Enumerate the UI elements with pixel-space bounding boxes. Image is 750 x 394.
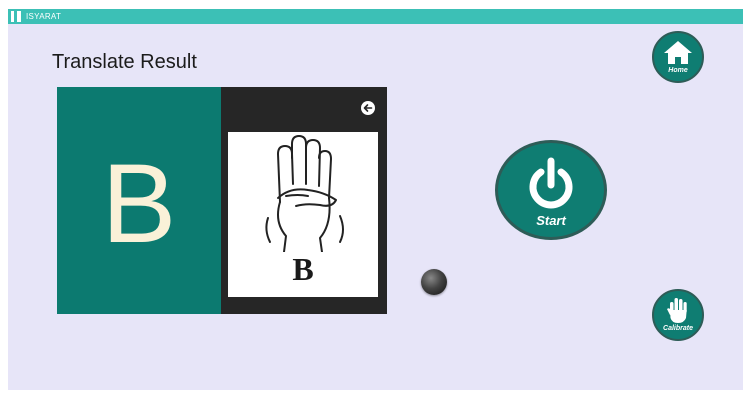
hand-sign-illustration [265,135,344,252]
sign-caption: B [292,251,314,287]
page-title: Translate Result [52,51,197,73]
title-bar: ISYARAT [8,9,743,24]
back-arrow-icon [363,104,373,112]
start-button[interactable]: Start [495,140,607,240]
calibrate-button[interactable]: Calibrate [652,289,704,341]
translated-letter: B [101,140,177,266]
home-icon [664,41,692,64]
back-button[interactable] [361,101,375,115]
hand-icon [667,298,687,323]
translation-result-panel: B B [57,87,387,314]
window-title: ISYARAT [26,12,62,21]
calibrate-label: Calibrate [663,325,693,332]
translated-letter-tile: B [57,87,221,314]
knob-icon[interactable] [421,269,447,295]
sign-image-card: B [228,132,378,297]
home-label: Home [668,67,688,74]
start-label: Start [536,213,566,228]
power-icon [529,157,573,209]
app-icon [11,11,21,22]
home-button[interactable]: Home [652,31,704,83]
